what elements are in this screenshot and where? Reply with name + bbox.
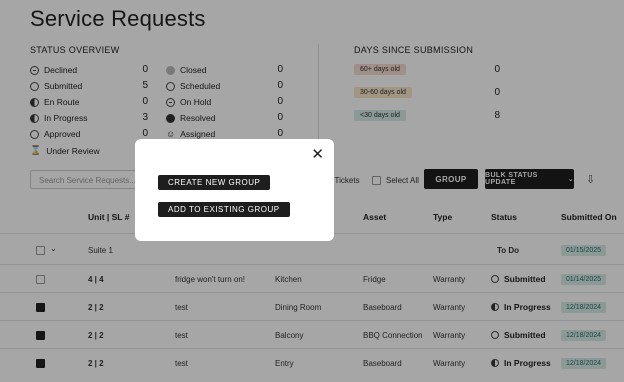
- group-modal: ✕ CREATE NEW GROUP ADD TO EXISTING GROUP: [135, 139, 334, 241]
- create-new-group-button[interactable]: CREATE NEW GROUP: [158, 175, 271, 190]
- add-to-existing-group-button[interactable]: ADD TO EXISTING GROUP: [158, 202, 290, 217]
- close-icon[interactable]: ✕: [311, 147, 324, 162]
